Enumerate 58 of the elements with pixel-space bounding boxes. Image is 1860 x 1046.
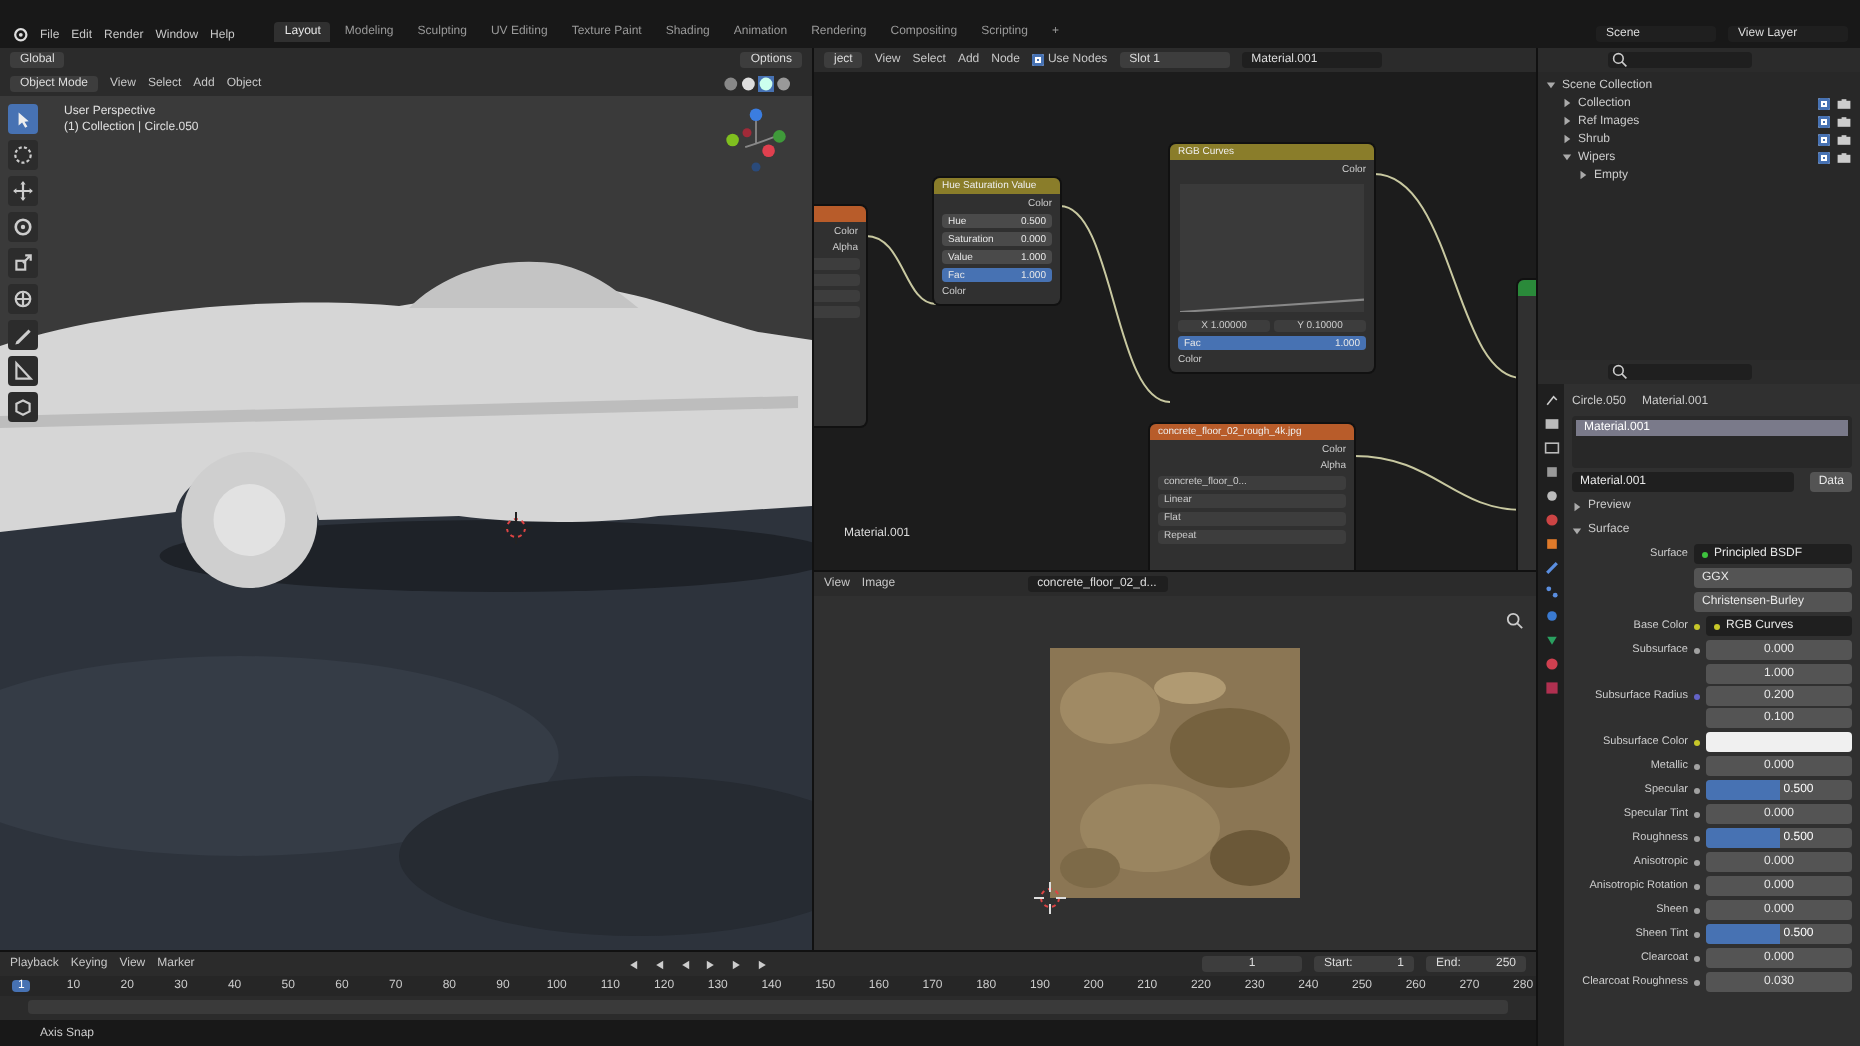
constraint-tab-icon[interactable] bbox=[1543, 632, 1559, 648]
expanded-arrow-icon[interactable] bbox=[1546, 80, 1556, 90]
tool-button[interactable] bbox=[8, 176, 38, 206]
scene-tab-icon[interactable] bbox=[1543, 488, 1559, 504]
2d-cursor-icon bbox=[1034, 882, 1066, 914]
tool-button[interactable] bbox=[8, 320, 38, 350]
rotate-icon bbox=[12, 216, 34, 238]
tool-button[interactable] bbox=[8, 392, 38, 422]
tool-button[interactable] bbox=[8, 356, 38, 386]
tool-button[interactable] bbox=[8, 248, 38, 278]
tool-button[interactable] bbox=[8, 212, 38, 242]
physics-tab-icon[interactable] bbox=[1543, 608, 1559, 624]
search-field[interactable] bbox=[1608, 364, 1752, 380]
blender-logo-icon[interactable] bbox=[12, 26, 28, 42]
pencil-icon bbox=[12, 324, 34, 346]
modifier-tab-icon[interactable] bbox=[1543, 560, 1559, 576]
collapsed-arrow-icon[interactable] bbox=[1572, 501, 1582, 511]
render-tab-icon[interactable] bbox=[1543, 416, 1559, 432]
axis-gizmo-icon[interactable] bbox=[720, 104, 792, 176]
include-checkbox[interactable] bbox=[1818, 115, 1830, 127]
node-header[interactable] bbox=[814, 206, 866, 222]
search-icon bbox=[1612, 364, 1628, 380]
search-icon bbox=[1612, 52, 1628, 68]
search-field[interactable] bbox=[1608, 52, 1752, 68]
view-layer-tab-icon[interactable] bbox=[1543, 464, 1559, 480]
zoom-icon[interactable] bbox=[1506, 612, 1524, 630]
node-link bbox=[865, 235, 937, 305]
move-icon bbox=[12, 180, 34, 202]
tool-button[interactable] bbox=[8, 284, 38, 314]
collapsed-arrow-icon[interactable] bbox=[1578, 170, 1588, 180]
3d-cursor-icon bbox=[500, 512, 532, 544]
expanded-arrow-icon[interactable] bbox=[1562, 152, 1572, 162]
include-checkbox[interactable] bbox=[1818, 151, 1830, 163]
particles-tab-icon[interactable] bbox=[1543, 584, 1559, 600]
tool-button[interactable] bbox=[8, 104, 38, 134]
use-nodes-checkbox[interactable] bbox=[1031, 54, 1044, 66]
camera-icon[interactable] bbox=[1836, 149, 1852, 165]
data-tab-icon[interactable] bbox=[1543, 656, 1559, 672]
transform-icon bbox=[12, 288, 34, 310]
include-checkbox[interactable] bbox=[1818, 97, 1830, 109]
expanded-arrow-icon[interactable] bbox=[1572, 525, 1582, 535]
object-tab-icon[interactable] bbox=[1543, 536, 1559, 552]
collapsed-arrow-icon[interactable] bbox=[1562, 134, 1572, 144]
color-swatch[interactable] bbox=[1706, 732, 1852, 752]
output-tab-icon[interactable] bbox=[1543, 440, 1559, 456]
cube-icon bbox=[12, 396, 34, 418]
camera-icon[interactable] bbox=[1836, 113, 1852, 129]
tool-button[interactable] bbox=[8, 140, 38, 170]
include-checkbox[interactable] bbox=[1818, 133, 1830, 145]
camera-icon[interactable] bbox=[1836, 95, 1852, 111]
scale-icon bbox=[12, 252, 34, 274]
collapsed-arrow-icon[interactable] bbox=[1562, 116, 1572, 126]
material-tab-icon[interactable] bbox=[1543, 680, 1559, 696]
ruler-icon bbox=[12, 360, 34, 382]
cursor-icon bbox=[12, 144, 34, 166]
camera-icon[interactable] bbox=[1836, 131, 1852, 147]
collapsed-arrow-icon[interactable] bbox=[1562, 98, 1572, 108]
world-tab-icon[interactable] bbox=[1543, 512, 1559, 528]
